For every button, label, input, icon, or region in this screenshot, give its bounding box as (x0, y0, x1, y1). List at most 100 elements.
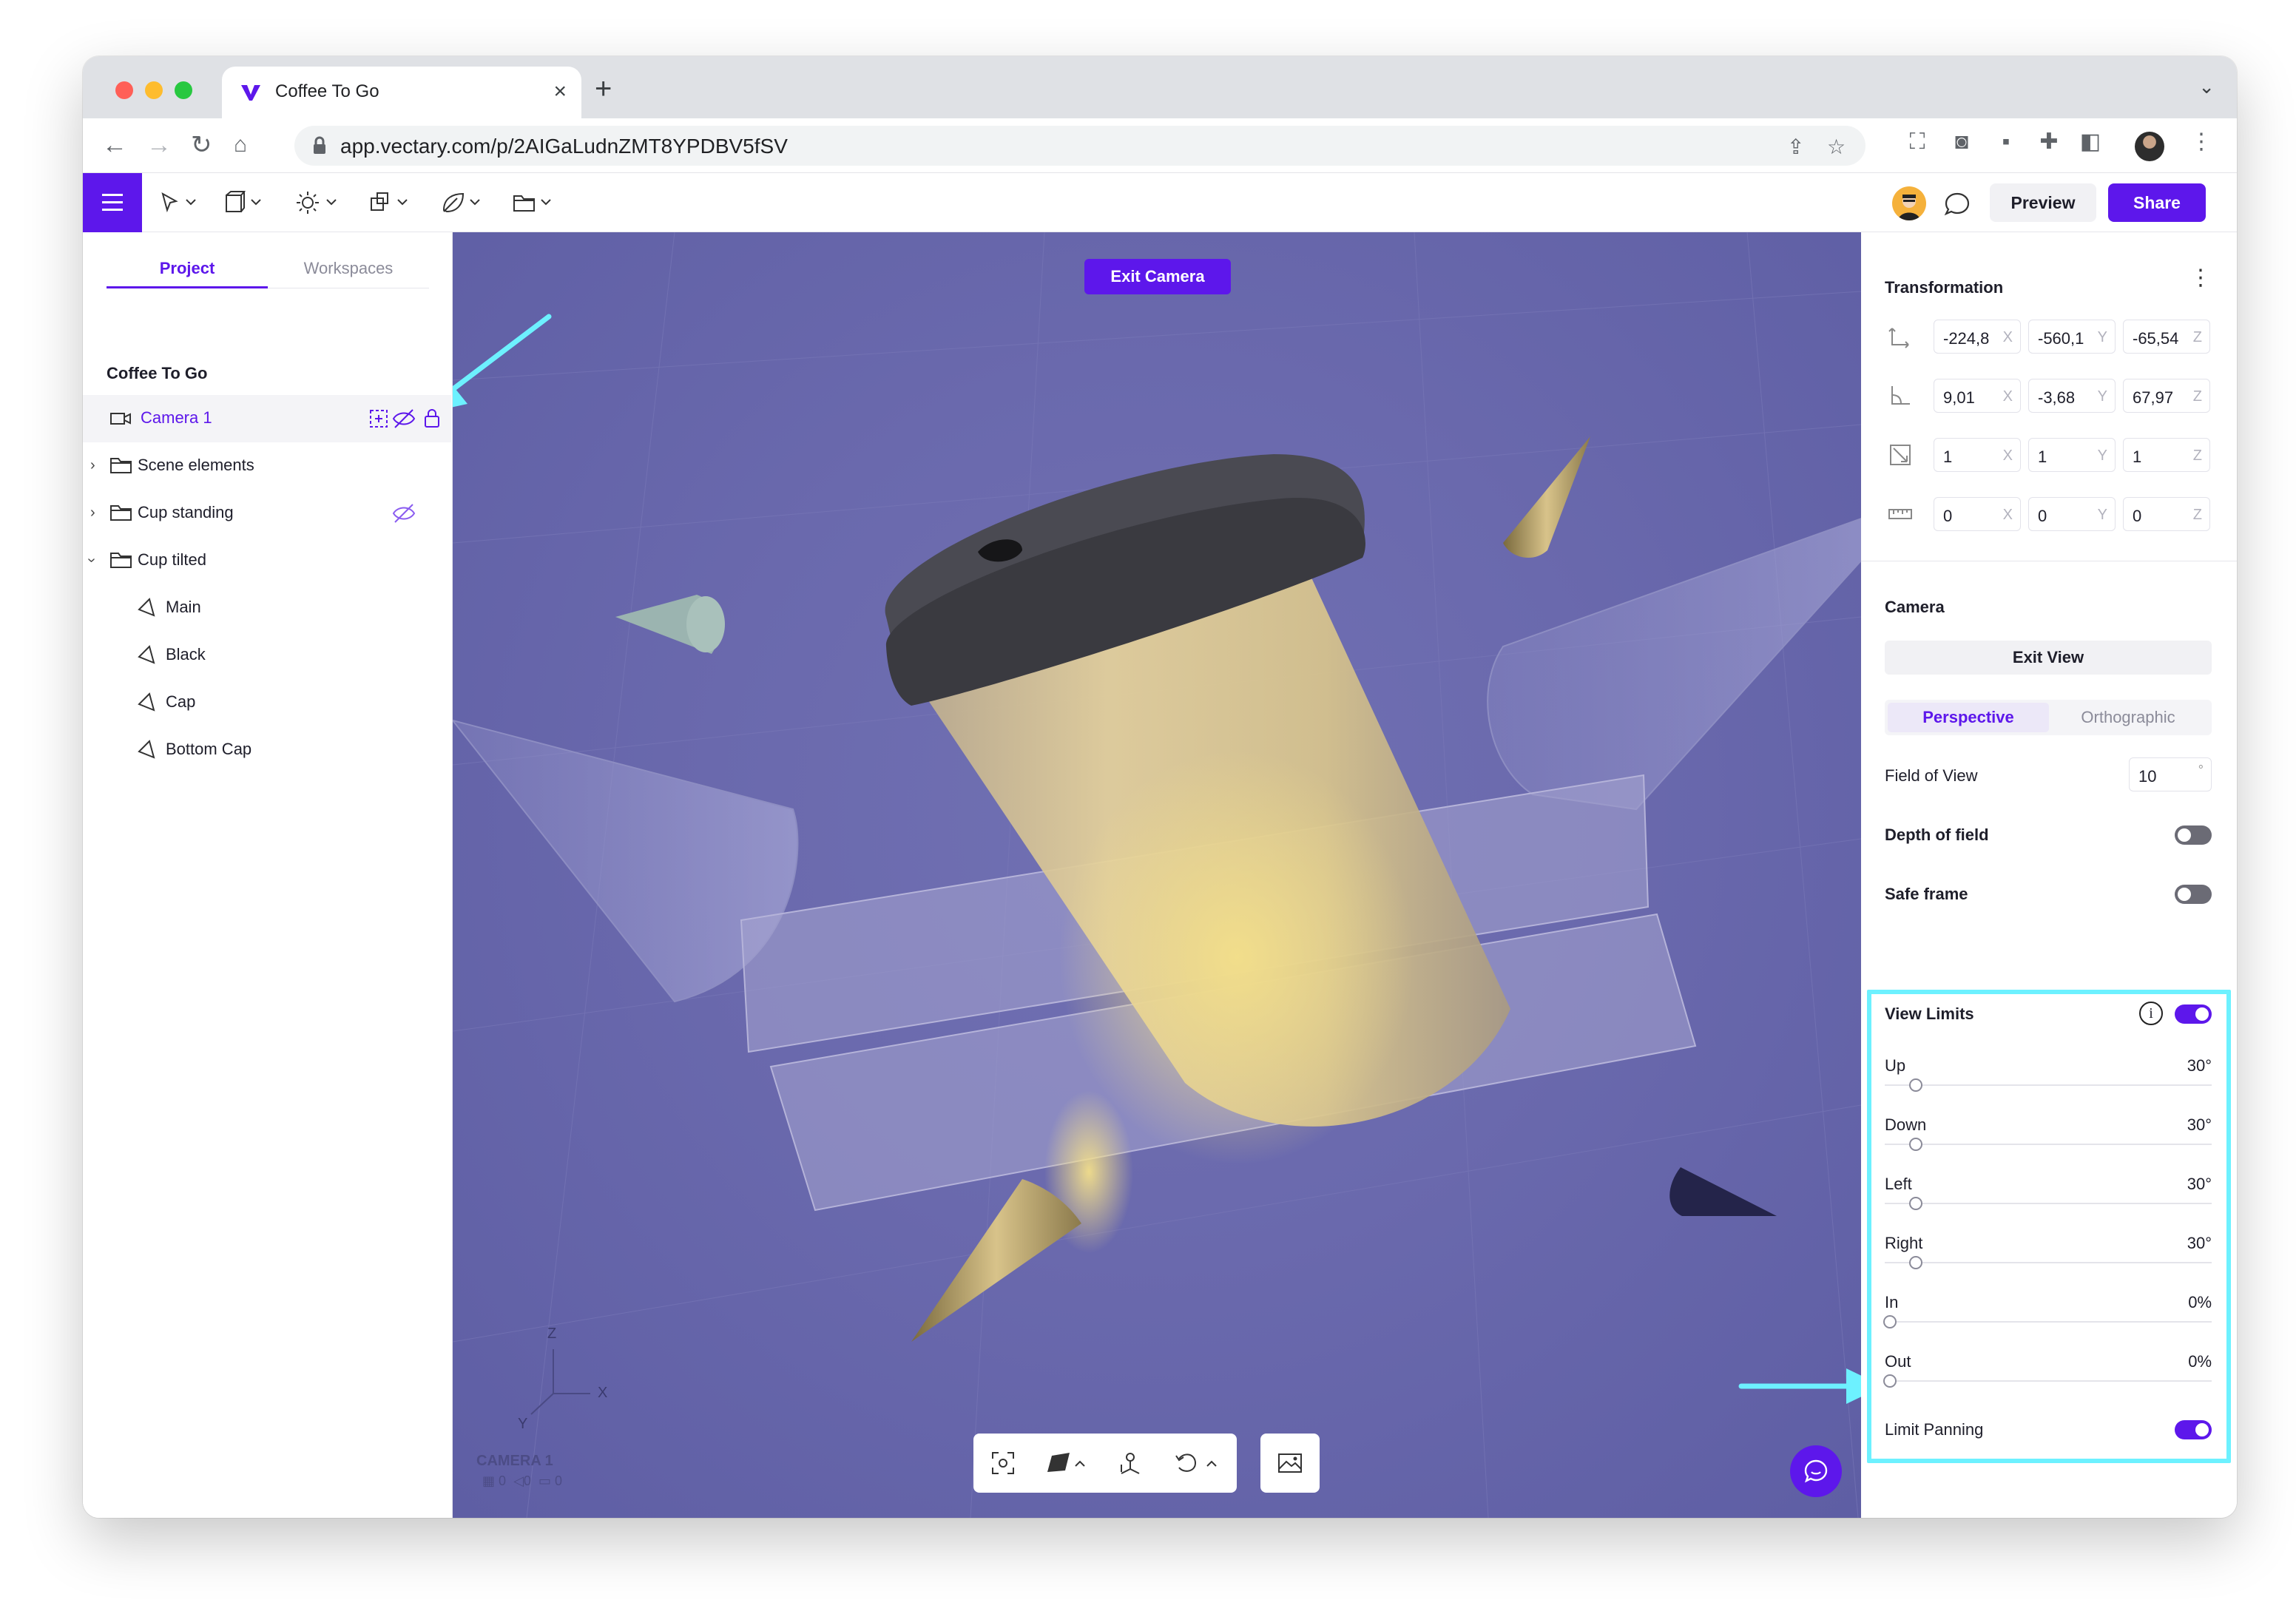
limit-down-label: Down (1885, 1115, 1927, 1134)
visibility-hidden-icon[interactable] (392, 503, 416, 524)
limit-down-slider[interactable] (1885, 1144, 2212, 1145)
share-button[interactable]: Share (2108, 183, 2206, 222)
dimension-x-input[interactable]: 0X (1934, 497, 2021, 531)
focus-icon[interactable] (990, 1450, 1016, 1476)
profile-avatar[interactable] (2135, 132, 2164, 161)
preview-button[interactable]: Preview (1990, 183, 2096, 222)
limit-up-value: 30° (2187, 1056, 2212, 1075)
mesh-object-icon (138, 645, 155, 664)
axis-x-label: X (598, 1385, 608, 1401)
scene-stats: ▦ 0 ◁0 ▭ 0 (482, 1473, 562, 1488)
render-mode-icon[interactable] (1044, 1450, 1092, 1476)
tree-item-camera-1[interactable]: Camera 1 (83, 395, 451, 442)
folder-icon (110, 458, 132, 473)
rotation-x-input[interactable]: 9,01 X (1934, 379, 2021, 413)
gizmo-icon[interactable] (1117, 1450, 1144, 1476)
tree-item-main[interactable]: Main (83, 584, 451, 632)
slider-handle[interactable] (1883, 1315, 1897, 1328)
safe-frame-toggle[interactable] (2175, 885, 2212, 904)
tab-project[interactable]: Project (107, 259, 268, 288)
scale-y-input[interactable]: 1Y (2028, 438, 2116, 472)
chevron-right-icon[interactable]: › (90, 504, 95, 521)
minimize-window-button[interactable] (145, 81, 163, 99)
limit-left-slider[interactable] (1885, 1203, 2212, 1204)
chat-support-button[interactable] (1790, 1445, 1842, 1497)
scale-x-input[interactable]: 1X (1934, 438, 2021, 472)
perspective-option[interactable]: Perspective (1888, 703, 2049, 732)
exit-camera-button[interactable]: Exit Camera (1084, 259, 1231, 294)
set-active-camera-icon[interactable] (368, 408, 389, 429)
tab-workspaces[interactable]: Workspaces (268, 259, 429, 288)
chevron-right-icon[interactable]: › (90, 457, 95, 474)
library-tool-button[interactable] (510, 189, 558, 216)
limit-out-slider[interactable] (1885, 1380, 2212, 1382)
visibility-hidden-icon[interactable] (392, 408, 416, 429)
modifiers-tool-button[interactable] (367, 189, 414, 216)
primitives-tool-button[interactable] (220, 189, 268, 216)
close-window-button[interactable] (115, 81, 133, 99)
view-limits-toggle[interactable] (2175, 1004, 2212, 1024)
more-options-icon[interactable]: ⋮ (2189, 265, 2212, 291)
slider-handle[interactable] (1883, 1374, 1897, 1388)
tree-item-label: Cup tilted (138, 550, 206, 569)
materials-tool-button[interactable] (439, 189, 487, 216)
3d-viewport[interactable]: Z X Y Exit Camera CAMERA 1 ▦ 0 ◁0 ▭ 0 (453, 232, 1861, 1518)
hamburger-menu-icon[interactable] (83, 173, 142, 232)
position-x-input[interactable]: -224,8 X (1934, 320, 2021, 354)
tree-item-cup-standing[interactable]: › Cup standing (83, 490, 451, 537)
position-z-input[interactable]: -65,54 Z (2123, 320, 2210, 354)
rotation-icon (1891, 386, 1910, 405)
limit-up-slider[interactable] (1885, 1084, 2212, 1086)
user-avatar[interactable] (1892, 186, 1926, 220)
dimension-y-input[interactable]: 0Y (2028, 497, 2116, 531)
screenshot-button[interactable] (1260, 1434, 1320, 1493)
dimension-z-input[interactable]: 0Z (2123, 497, 2210, 531)
maximize-window-button[interactable] (175, 81, 192, 99)
folder-icon (110, 505, 132, 521)
rotation-z-input[interactable]: 67,97 Z (2123, 379, 2210, 413)
address-bar[interactable]: app.vectary.com/p/2AIGaLudnZMT8YPDBV5fSV… (294, 126, 1866, 166)
side-panel-icon[interactable]: ◧ (2077, 129, 2104, 155)
limit-in-slider[interactable] (1885, 1321, 2212, 1323)
scale-z-input[interactable]: 1Z (2123, 438, 2210, 472)
url-text: app.vectary.com/p/2AIGaLudnZMT8YPDBV5fSV (340, 135, 788, 158)
bookmark-star-icon[interactable]: ☆ (1827, 135, 1846, 159)
tree-item-black[interactable]: Black (83, 632, 451, 679)
screen-capture-icon[interactable]: ⛶ (1904, 129, 1931, 155)
info-icon[interactable]: i (2139, 1002, 2163, 1025)
rotation-y-input[interactable]: -3,68 Y (2028, 379, 2116, 413)
share-page-icon[interactable]: ⇪ (1787, 135, 1804, 159)
puzzle-icon[interactable]: ✚ (2036, 129, 2062, 155)
more-menu-icon[interactable]: ⋮ (2188, 129, 2215, 155)
tab-close-icon[interactable]: × (553, 78, 567, 105)
tree-item-cap[interactable]: Cap (83, 679, 451, 726)
lock-icon[interactable] (423, 407, 441, 429)
chevron-down-icon[interactable]: ⌄ (2198, 75, 2215, 98)
triangle-count-icon: ◁ (513, 1473, 524, 1488)
orbit-rotate-icon[interactable] (1173, 1450, 1225, 1476)
limit-up-label: Up (1885, 1056, 1906, 1075)
tree-item-cup-tilted[interactable]: › Cup tilted (83, 537, 451, 584)
home-icon[interactable]: ⌂ (234, 130, 247, 160)
position-y-input[interactable]: -560,1 Y (2028, 320, 2116, 354)
camera-extension-icon[interactable]: ◙ (1948, 129, 1975, 155)
limit-right-slider[interactable] (1885, 1262, 2212, 1263)
forward-icon[interactable]: → (146, 130, 172, 160)
tree-item-bottom-cap[interactable]: Bottom Cap (83, 726, 451, 774)
comment-icon[interactable] (1942, 189, 1972, 223)
tree-item-scene-elements[interactable]: › Scene elements (83, 442, 451, 490)
new-tab-button[interactable]: + (595, 74, 612, 104)
browser-tab[interactable]: Coffee To Go × (222, 67, 581, 118)
reload-icon[interactable]: ↻ (191, 130, 212, 160)
select-tool-button[interactable] (157, 189, 201, 216)
back-icon[interactable]: ← (102, 130, 127, 160)
fov-input[interactable]: 10 ° (2129, 757, 2212, 791)
extension-dots-icon[interactable]: ▪ (1993, 129, 2019, 155)
exit-view-button[interactable]: Exit View (1885, 641, 2212, 675)
limit-panning-toggle[interactable] (2175, 1420, 2212, 1439)
orthographic-option[interactable]: Orthographic (2047, 703, 2209, 732)
depth-of-field-toggle[interactable] (2175, 825, 2212, 845)
chevron-down-icon[interactable]: › (83, 558, 100, 563)
limit-in-value: 0% (2188, 1293, 2212, 1311)
lights-tool-button[interactable] (294, 189, 342, 216)
